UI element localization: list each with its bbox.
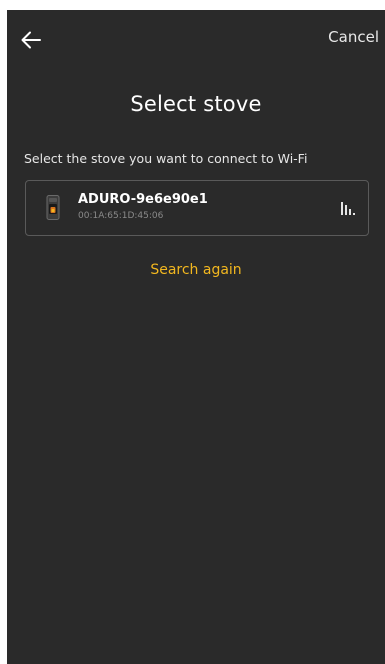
cancel-button[interactable]: Cancel [328, 28, 379, 46]
page-title: Select stove [130, 92, 262, 116]
device-mac-address: 00:1A:65:1D:45:06 [78, 211, 164, 221]
back-button[interactable] [17, 26, 45, 54]
instructions-text: Select the stove you want to connect to … [24, 151, 308, 166]
select-stove-screen: Cancel Select stove Select the stove you… [7, 10, 385, 664]
arrow-left-icon [21, 31, 41, 49]
stove-icon [46, 195, 60, 220]
device-name: ADURO-9e6e90e1 [78, 192, 208, 207]
signal-strength-icon [341, 202, 355, 215]
search-again-button[interactable]: Search again [7, 262, 385, 278]
device-list-item[interactable]: ADURO-9e6e90e1 00:1A:65:1D:45:06 [25, 180, 369, 236]
